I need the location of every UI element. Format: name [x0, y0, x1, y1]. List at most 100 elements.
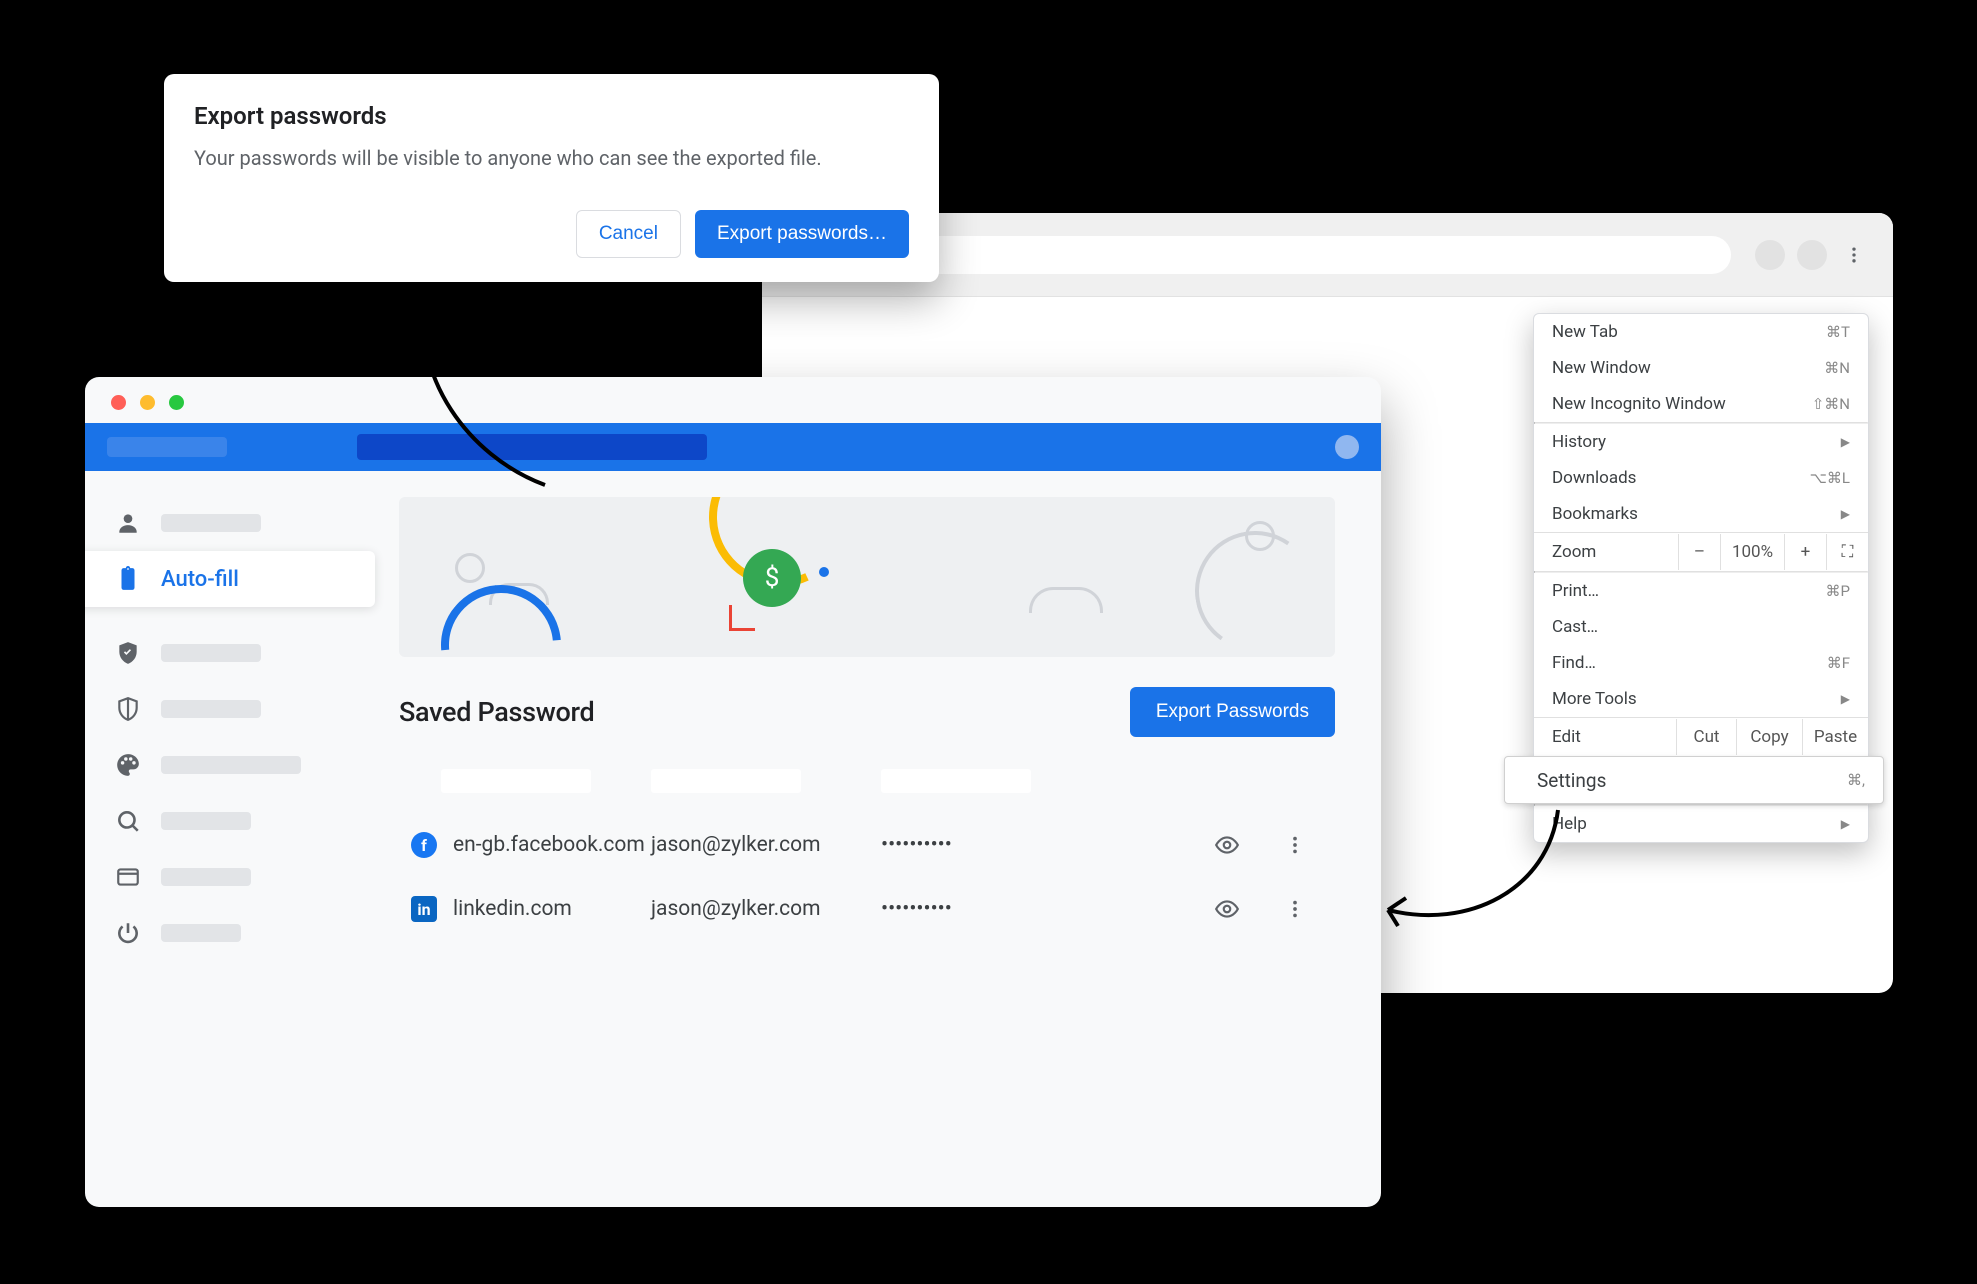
column-header-placeholder [441, 769, 591, 793]
submenu-arrow-icon: ▶ [1841, 692, 1850, 706]
cancel-button[interactable]: Cancel [576, 210, 681, 258]
sidebar-item-label: Auto-fill [161, 567, 239, 592]
menu-shortcut: ⌘F [1827, 654, 1850, 672]
palette-icon [115, 752, 141, 778]
menu-shortcut: ⌥⌘L [1810, 469, 1850, 487]
sidebar-label-placeholder [161, 868, 251, 886]
password-cell: •••••••••• [881, 897, 1101, 921]
settings-header-bar [85, 423, 1381, 471]
export-passwords-button[interactable]: Export Passwords [1130, 687, 1335, 737]
sidebar-item-privacy[interactable] [85, 681, 373, 737]
sidebar-label-placeholder [161, 924, 241, 942]
linkedin-icon: in [411, 896, 437, 922]
sidebar-item-on-startup[interactable] [85, 905, 373, 961]
browser-overflow-menu: New Tab ⌘T New Window ⌘N New Incognito W… [1533, 313, 1869, 843]
browser-icon [115, 864, 141, 890]
menu-history[interactable]: History ▶ [1534, 424, 1868, 460]
hero-illustration: $ [399, 497, 1335, 657]
sidebar-label-placeholder [161, 514, 261, 532]
sidebar-item-autofill[interactable]: Auto-fill [85, 551, 375, 607]
menu-label: Edit [1534, 718, 1676, 756]
sidebar-label-placeholder [161, 644, 261, 662]
menu-zoom-row: Zoom – 100% + ⛶ [1534, 532, 1868, 571]
menu-shortcut: ⇧⌘N [1812, 395, 1850, 413]
dialog-body: Your passwords will be visible to anyone… [194, 146, 909, 170]
arrow-annotation-icon [1368, 800, 1568, 940]
row-more-icon[interactable] [1281, 895, 1309, 923]
clipboard-icon [115, 566, 141, 592]
dialog-title: Export passwords [194, 102, 909, 130]
menu-new-tab[interactable]: New Tab ⌘T [1534, 314, 1868, 350]
passwords-table: f en-gb.facebook.com jason@zylker.com ••… [399, 761, 1335, 941]
menu-help[interactable]: Help ▶ [1534, 806, 1868, 842]
show-password-icon[interactable] [1213, 895, 1241, 923]
zoom-percent-label: 100% [1720, 534, 1784, 570]
extension-circle[interactable] [1797, 240, 1827, 270]
menu-label: Downloads [1552, 468, 1636, 488]
zoom-plus-button[interactable]: + [1784, 534, 1826, 570]
window-controls [111, 395, 184, 410]
table-header-row [399, 761, 1335, 813]
zoom-window-icon[interactable] [169, 395, 184, 410]
menu-shortcut: ⌘N [1824, 359, 1850, 377]
edit-paste-button[interactable]: Paste [1802, 719, 1868, 755]
sidebar-item-safety-check[interactable] [85, 625, 373, 681]
sidebar-label-placeholder [161, 756, 301, 774]
site-name[interactable]: linkedin.com [453, 897, 572, 921]
menu-label: Settings [1537, 769, 1606, 792]
username-cell: jason@zylker.com [651, 897, 881, 921]
settings-window: Auto-fill [85, 377, 1381, 1207]
settings-sidebar: Auto-fill [85, 471, 373, 1207]
menu-shortcut: ⌘P [1826, 582, 1850, 600]
password-row: f en-gb.facebook.com jason@zylker.com ••… [399, 813, 1335, 877]
sidebar-item-default-browser[interactable] [85, 849, 373, 905]
menu-cast[interactable]: Cast… [1534, 609, 1868, 645]
facebook-icon: f [411, 832, 437, 858]
avatar-circle[interactable] [1755, 240, 1785, 270]
search-icon [115, 808, 141, 834]
username-cell: jason@zylker.com [651, 833, 881, 857]
dialog-actions: Cancel Export passwords… [194, 210, 909, 258]
edit-cut-button[interactable]: Cut [1676, 719, 1736, 755]
header-placeholder [107, 437, 227, 457]
show-password-icon[interactable] [1213, 831, 1241, 859]
zoom-minus-button[interactable]: – [1678, 534, 1720, 570]
menu-new-incognito[interactable]: New Incognito Window ⇧⌘N [1534, 386, 1868, 422]
menu-print[interactable]: Print… ⌘P [1534, 573, 1868, 609]
settings-main-panel: $ Saved Password Export Passwords [373, 471, 1381, 1207]
header-avatar-icon[interactable] [1335, 435, 1359, 459]
menu-settings[interactable]: Settings ⌘, [1504, 756, 1884, 804]
site-name[interactable]: en-gb.facebook.com [453, 833, 645, 857]
fullscreen-icon[interactable]: ⛶ [1826, 534, 1868, 570]
menu-new-window[interactable]: New Window ⌘N [1534, 350, 1868, 386]
close-window-icon[interactable] [111, 395, 126, 410]
edit-copy-button[interactable]: Copy [1736, 719, 1802, 755]
menu-shortcut: ⌘, [1847, 771, 1865, 789]
menu-downloads[interactable]: Downloads ⌥⌘L [1534, 460, 1868, 496]
sidebar-item-you-and-google[interactable] [85, 495, 373, 551]
submenu-arrow-icon: ▶ [1841, 435, 1850, 449]
menu-shortcut: ⌘T [1826, 323, 1850, 341]
more-vert-icon[interactable] [1839, 240, 1869, 270]
export-confirm-button[interactable]: Export passwords… [695, 210, 909, 258]
sidebar-item-appearance[interactable] [85, 737, 373, 793]
menu-more-tools[interactable]: More Tools ▶ [1534, 681, 1868, 717]
password-row: in linkedin.com jason@zylker.com •••••••… [399, 877, 1335, 941]
menu-label: New Tab [1552, 322, 1618, 342]
menu-edit-row: Edit Cut Copy Paste [1534, 717, 1868, 756]
shield-check-icon [115, 640, 141, 666]
menu-label: History [1552, 432, 1606, 452]
minimize-window-icon[interactable] [140, 395, 155, 410]
row-more-icon[interactable] [1281, 831, 1309, 859]
column-header-placeholder [651, 769, 801, 793]
sidebar-item-search[interactable] [85, 793, 373, 849]
menu-label: Zoom [1534, 533, 1678, 571]
menu-find[interactable]: Find… ⌘F [1534, 645, 1868, 681]
menu-bookmarks[interactable]: Bookmarks ▶ [1534, 496, 1868, 532]
sidebar-label-placeholder [161, 700, 261, 718]
arrow-annotation-icon [395, 295, 565, 495]
submenu-arrow-icon: ▶ [1841, 817, 1850, 831]
column-header-placeholder [881, 769, 1031, 793]
saved-passwords-header: Saved Password Export Passwords [399, 687, 1335, 737]
menu-label: Print… [1552, 581, 1599, 601]
